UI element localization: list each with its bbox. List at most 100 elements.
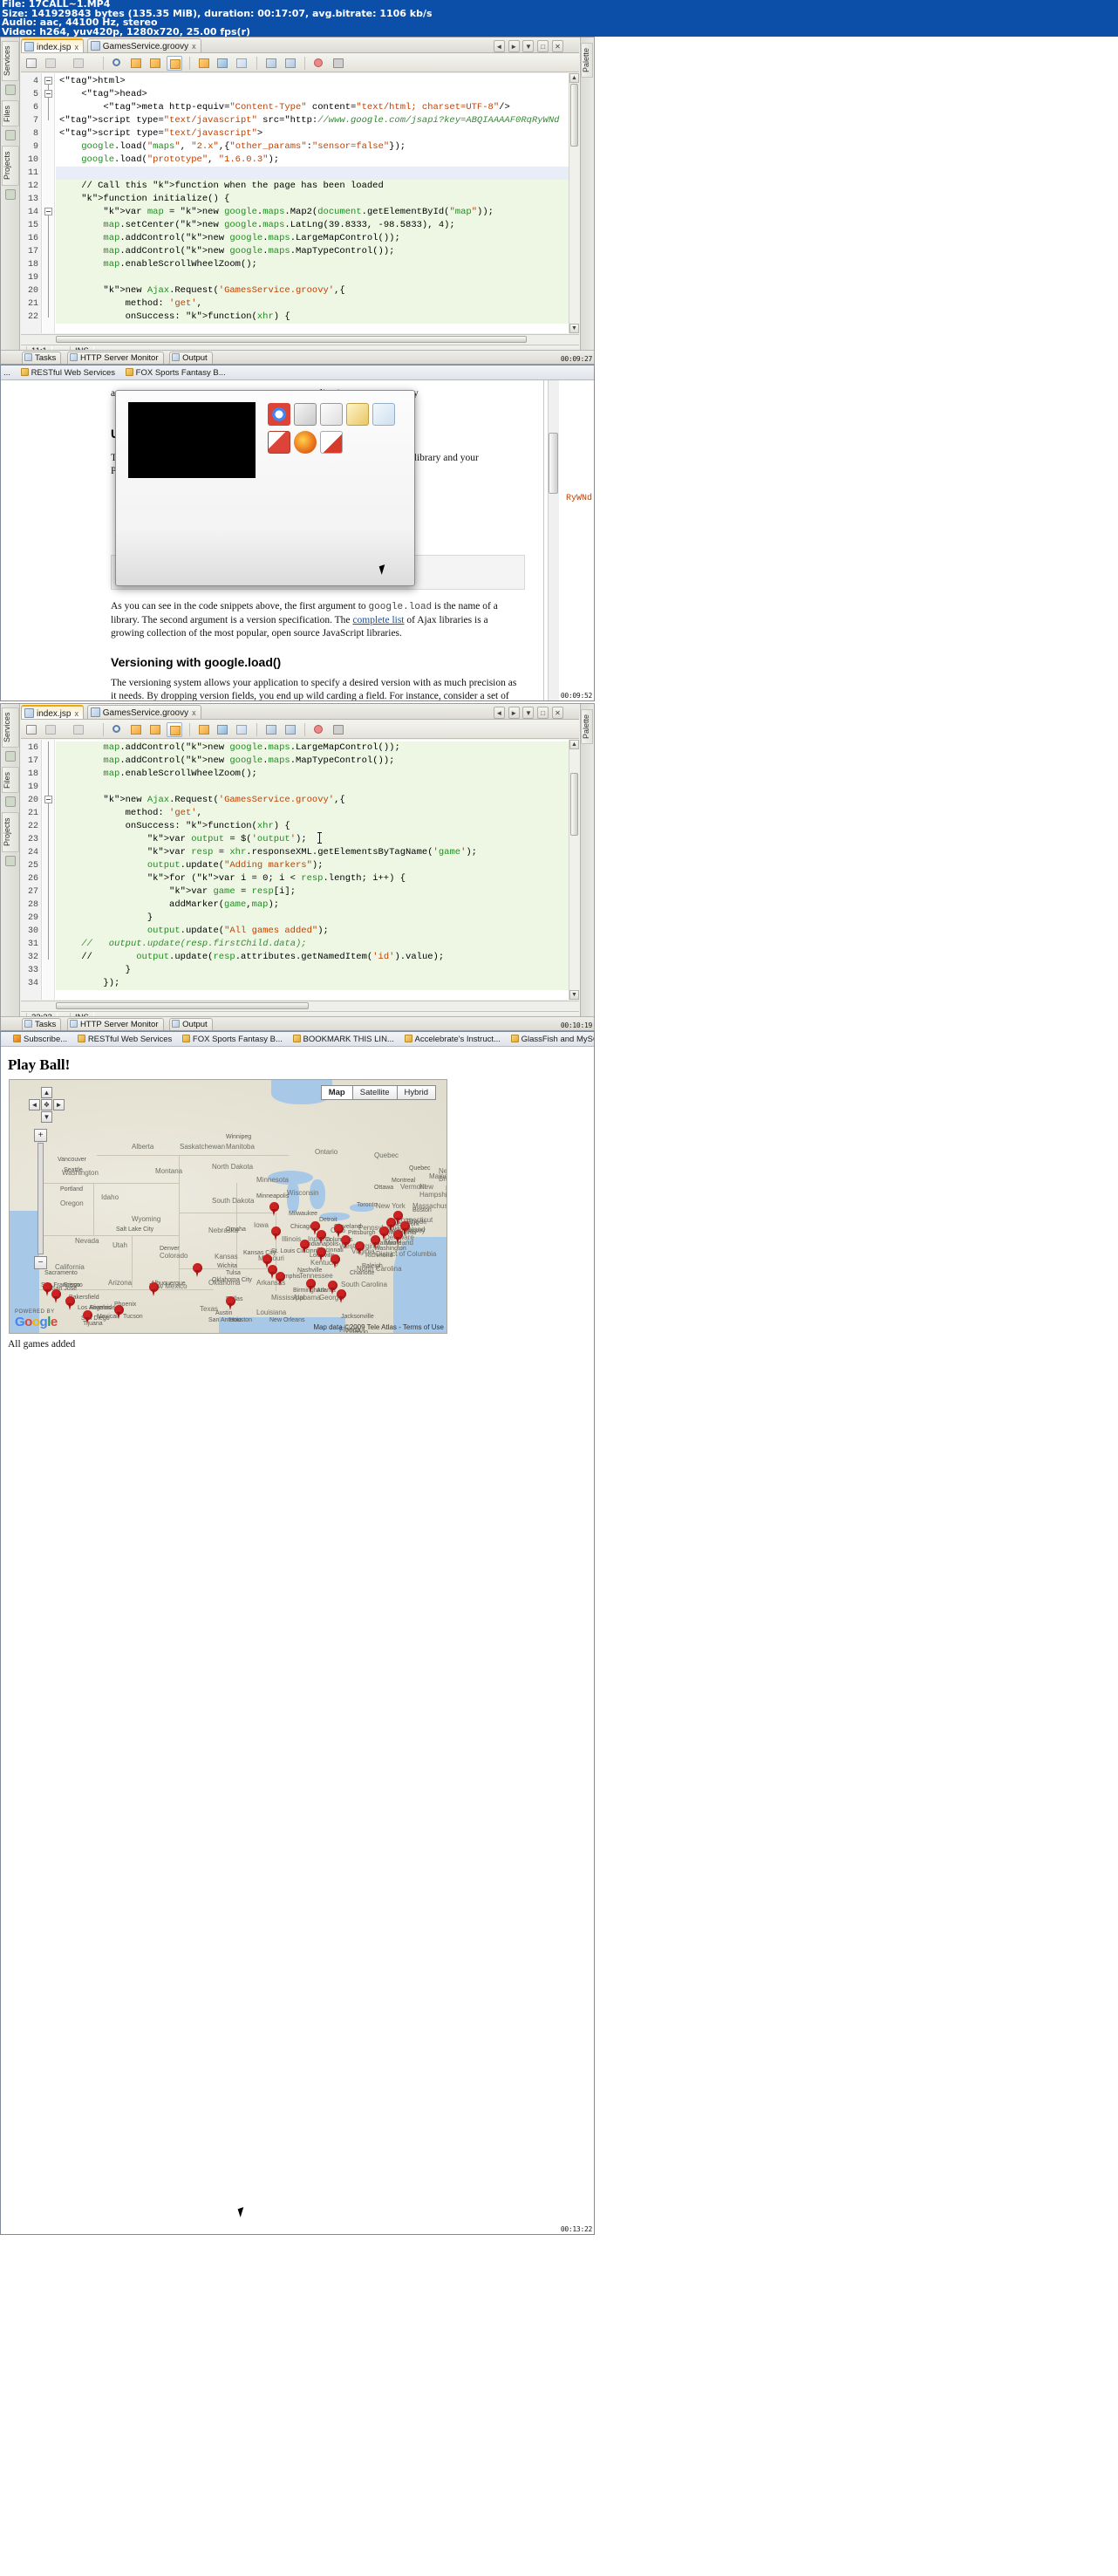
code-line[interactable]: "k">var output = $('output');: [56, 833, 579, 846]
map-type-satellite[interactable]: Satellite: [351, 1085, 398, 1100]
scroll-up-icon[interactable]: ▲: [569, 740, 579, 749]
map-marker[interactable]: [149, 1282, 159, 1297]
close-icon[interactable]: x: [74, 41, 78, 54]
back-history-dropdown-icon[interactable]: [62, 722, 68, 737]
maximize-icon[interactable]: □: [537, 40, 549, 52]
hscroll-thumb[interactable]: [56, 336, 527, 343]
tab-gamesservice-groovy[interactable]: GamesService.groovy x: [86, 705, 201, 720]
code-line[interactable]: }: [56, 964, 579, 977]
map-marker[interactable]: [300, 1240, 310, 1254]
code-line[interactable]: map.enableScrollWheelZoom();: [56, 768, 579, 781]
tab-list-icon[interactable]: ▼: [522, 40, 535, 52]
code-line[interactable]: map.addControl("k">new google.maps.MapTy…: [56, 245, 579, 258]
map-marker[interactable]: [114, 1305, 124, 1320]
map-marker[interactable]: [51, 1289, 61, 1304]
map-type-map[interactable]: Map: [320, 1085, 353, 1100]
forward-history-dropdown-icon[interactable]: [90, 56, 96, 71]
bottom-tab-output[interactable]: Output: [169, 352, 213, 364]
pan-right-button[interactable]: ►: [53, 1099, 65, 1110]
code-line[interactable]: <"tag">html>: [56, 75, 579, 88]
bookmark-fox[interactable]: FOX Sports Fantasy B...: [181, 1035, 283, 1045]
zoom-in-button[interactable]: +: [34, 1129, 47, 1142]
notes-icon[interactable]: [346, 403, 369, 426]
back-history-dropdown-icon[interactable]: [62, 56, 68, 71]
code-line[interactable]: }: [56, 912, 579, 925]
map-marker[interactable]: [276, 1272, 285, 1287]
code-line[interactable]: });: [56, 977, 579, 990]
forward-history-dropdown-icon[interactable]: [90, 722, 96, 737]
code-line[interactable]: // output.update(resp.attributes.getName…: [56, 951, 579, 964]
close-icon[interactable]: x: [74, 707, 78, 721]
code-editor-bottom[interactable]: 16 17 18 19 20 21 22 23 24 25 26 27 28 29 30 31 32 33 34 m…: [21, 740, 579, 1000]
forward-history-icon[interactable]: [71, 722, 86, 737]
palette-tab[interactable]: Palette: [581, 709, 593, 744]
code-line[interactable]: onSuccess: "k">function(xhr) {: [56, 311, 579, 324]
sidebar-item-files[interactable]: Files: [2, 100, 19, 126]
code-line[interactable]: "k">var game = resp[i];: [56, 885, 579, 899]
code-line[interactable]: <"tag">meta http-equiv="Content-Type" co…: [56, 101, 579, 114]
map-marker[interactable]: [331, 1254, 340, 1269]
shift-line-up-icon[interactable]: [196, 722, 212, 737]
map-marker[interactable]: [65, 1296, 75, 1311]
code-line[interactable]: map.addControl("k">new google.maps.Large…: [56, 741, 579, 755]
document-icon[interactable]: [372, 403, 395, 426]
toggle-breakpoint-icon[interactable]: [311, 722, 327, 737]
stop-icon[interactable]: [331, 56, 346, 71]
code-line[interactable]: "k">function initialize() {: [56, 193, 579, 206]
toggle-breakpoint-icon[interactable]: [311, 56, 327, 71]
close-tab-icon[interactable]: ✕: [552, 707, 563, 719]
code-line[interactable]: <"tag">script type="text/javascript" src…: [56, 114, 579, 127]
code-line[interactable]: output.update("Adding markers");: [56, 859, 579, 872]
bottom-tab-tasks[interactable]: Tasks: [22, 352, 62, 364]
code-line[interactable]: "k">for ("k">var i = 0; i < resp.length;…: [56, 872, 579, 885]
code-line[interactable]: <"tag">script type="text/javascript">: [56, 127, 579, 140]
fold-toggle-icon[interactable]: [44, 90, 52, 98]
sidebar-item-services[interactable]: Services: [2, 707, 19, 748]
search-icon[interactable]: [320, 403, 343, 426]
pan-up-button[interactable]: ▲: [41, 1087, 52, 1098]
code-line[interactable]: onSuccess: "k">function(xhr) {: [56, 820, 579, 833]
code-editor-top[interactable]: 4 5 6 7 8 9 10 11 12 13 14 15 16 17 18 19 20 21 22 <"tag">…: [21, 73, 579, 333]
shift-line-up-icon[interactable]: [196, 56, 212, 71]
fold-toggle-icon[interactable]: [44, 208, 52, 215]
find-selection-icon[interactable]: [110, 722, 126, 737]
zoom-out-button[interactable]: −: [34, 1256, 47, 1269]
map-marker[interactable]: [269, 1202, 279, 1217]
tab-index-jsp[interactable]: index.jsp x: [21, 38, 84, 52]
map-marker[interactable]: [271, 1227, 281, 1241]
bottom-tab-tasks[interactable]: Tasks: [22, 1018, 62, 1030]
code-line[interactable]: google.load("prototype", "1.6.0.3");: [56, 154, 579, 167]
last-edit-icon[interactable]: [24, 56, 39, 71]
toggle-bookmark-icon[interactable]: [167, 722, 183, 737]
bookmark-subscribe[interactable]: Subscribe...: [13, 1035, 67, 1045]
map-marker[interactable]: [193, 1263, 202, 1278]
pan-down-button[interactable]: ▼: [41, 1111, 52, 1123]
bookmark-restful[interactable]: RESTful Web Services: [20, 368, 115, 379]
maximize-icon[interactable]: □: [537, 707, 549, 719]
code-line[interactable]: method: 'get',: [56, 297, 579, 311]
fold-toggle-icon[interactable]: [44, 77, 52, 85]
code-line[interactable]: map.addControl("k">new google.maps.MapTy…: [56, 755, 579, 768]
code-line[interactable]: google.load("maps", "2.x",{"other_params…: [56, 140, 579, 154]
code-line[interactable]: <"tag">head>: [56, 88, 579, 101]
toggle-bookmark-icon[interactable]: [167, 56, 183, 71]
shift-line-down-icon[interactable]: [215, 722, 230, 737]
code-line[interactable]: addMarker(game,map);: [56, 899, 579, 912]
code-line[interactable]: map.addControl("k">new google.maps.Large…: [56, 232, 579, 245]
sidebar-item-projects[interactable]: Projects: [2, 146, 19, 186]
code-fold-column[interactable]: [43, 740, 55, 1000]
bookmark-glassfish[interactable]: GlassFish and MySQL,...: [510, 1035, 594, 1045]
fold-toggle-icon[interactable]: [44, 796, 52, 803]
sidebar-item-services[interactable]: Services: [2, 41, 19, 81]
bookmark-truncated[interactable]: ...: [3, 368, 10, 379]
bookmark-this-link[interactable]: BOOKMARK THIS LIN...: [292, 1035, 394, 1045]
shift-right-icon[interactable]: [283, 722, 298, 737]
map-type-hybrid[interactable]: Hybrid: [396, 1085, 436, 1100]
tab-gamesservice-groovy[interactable]: GamesService.groovy x: [86, 38, 201, 52]
close-icon[interactable]: x: [192, 707, 196, 720]
code-line[interactable]: [56, 781, 579, 794]
stop-icon[interactable]: [331, 722, 346, 737]
google-map[interactable]: Washington Oregon Idaho Montana North Dakota…: [9, 1079, 447, 1334]
code-line[interactable]: output.update("All games added");: [56, 925, 579, 938]
previous-bookmark-icon[interactable]: [128, 722, 144, 737]
